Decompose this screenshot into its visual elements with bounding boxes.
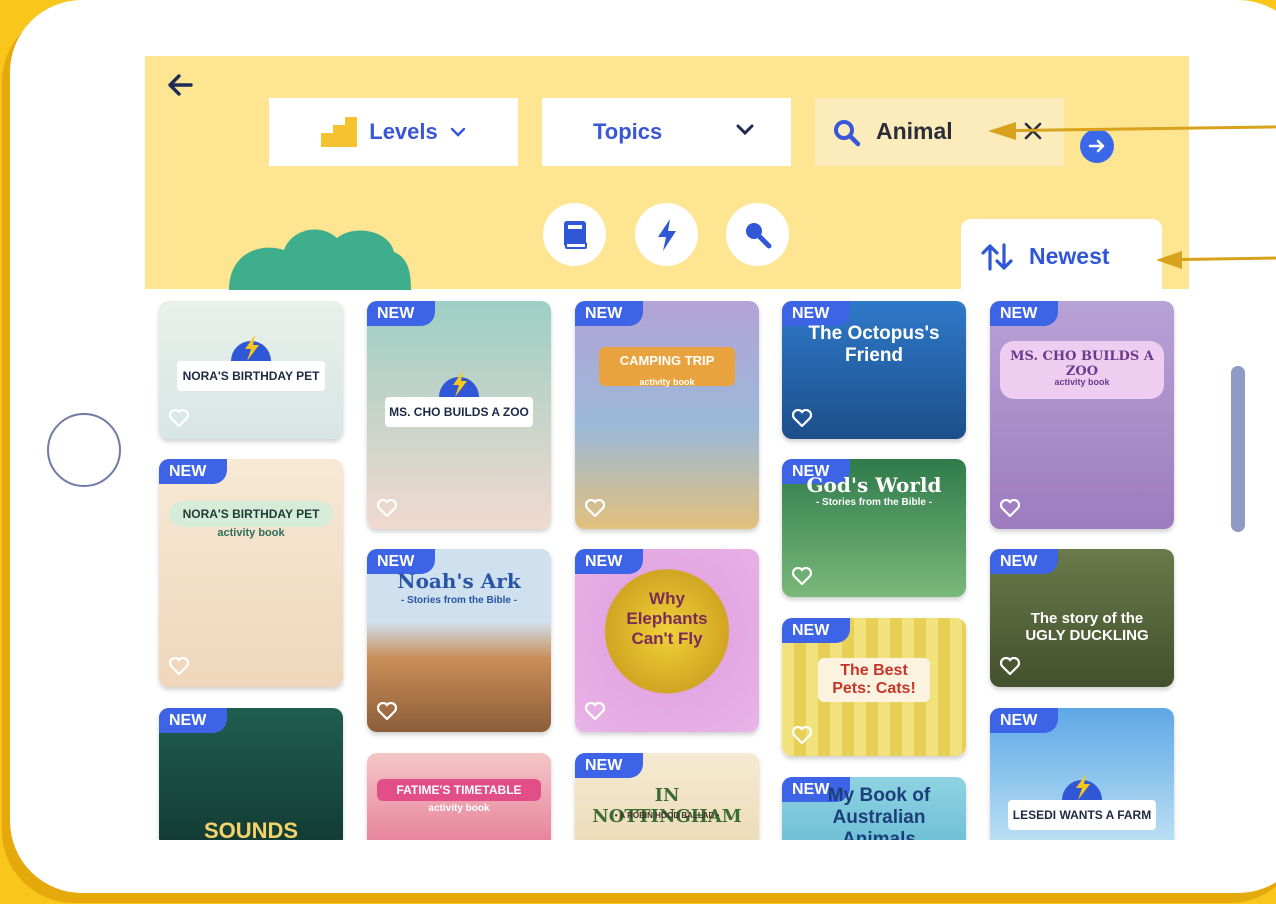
book-title: MS. CHO BUILDS A ZOO [385,397,533,427]
close-icon[interactable] [1022,120,1044,146]
heart-icon[interactable] [169,409,189,427]
heart-icon[interactable] [377,499,397,517]
levels-dropdown[interactable]: Levels [269,98,518,166]
new-badge: NEW [990,549,1058,574]
book-card[interactable]: NEW MS. CHO BUILDS A ZOO activity book [990,301,1174,529]
topics-dropdown[interactable]: Topics [542,98,791,166]
book-title: SOUNDS [203,818,299,840]
book-subtitle: activity book [217,527,285,539]
book-subtitle: activity book [428,803,490,814]
header-band: Levels Topics Animal Newest [145,56,1189,294]
book-card[interactable]: NEW God's World - Stories from the Bible… [782,459,966,597]
new-badge: NEW [575,753,643,778]
levels-icon [321,117,358,147]
heart-icon[interactable] [377,702,397,720]
book-title: IN NOTTINGHAM [592,785,742,827]
search-submit-button[interactable] [1080,129,1114,163]
heart-icon[interactable] [169,657,189,675]
book-card[interactable]: NEW SOUNDS [159,708,343,840]
heart-icon[interactable] [792,726,812,744]
book-title: The Best Pets: Cats! [818,658,930,702]
book-subtitle: activity book [1054,377,1110,387]
books-filter-button[interactable] [543,203,606,266]
book-card[interactable]: NEW Noah's Ark - Stories from the Bible … [367,549,551,732]
heart-icon[interactable] [585,499,605,517]
book-title: MS. CHO BUILDS A ZOO [1000,341,1164,399]
sort-icon [981,242,1013,271]
book-subtitle: - Stories from the Bible - [400,595,518,606]
sort-button[interactable]: Newest [961,219,1162,294]
book-card[interactable]: NEW My Book of Australian Animals [782,777,966,840]
new-badge: NEW [159,708,227,733]
search-field[interactable]: Animal [815,98,1064,166]
new-badge: NEW [990,301,1058,326]
arrow-left-icon [168,74,193,96]
heart-icon[interactable] [1000,499,1020,517]
back-button[interactable] [163,68,197,102]
topics-label: Topics [593,119,663,144]
book-subtitle: - Stories from the Bible - [815,497,933,508]
book-card[interactable]: NEW NORA'S BIRTHDAY PET activity book [159,459,343,687]
book-card[interactable]: NEW The Best Pets: Cats! [782,618,966,756]
book-title: The Octopus's Friend [808,323,940,366]
new-badge: NEW [782,618,850,643]
new-badge: NEW [575,549,643,574]
book-title: My Book of Australian Animals [827,785,931,840]
book-subtitle: activity book [639,377,695,387]
bush-decoration [229,229,411,290]
heart-icon[interactable] [585,702,605,720]
levels-label: Levels [369,119,438,144]
search-icon [833,119,861,151]
book-subtitle: • A ROBIN HOOD BALLAD • [614,811,720,820]
scrollbar[interactable] [1231,366,1245,532]
new-badge: NEW [575,301,643,326]
book-title: The story of the UGLY DUCKLING [1025,610,1149,644]
book-title: NORA'S BIRTHDAY PET [169,501,333,527]
book-card[interactable]: NORA'S BIRTHDAY PET [159,301,343,439]
book-icon [563,220,587,249]
home-button[interactable] [47,413,121,487]
new-badge: NEW [367,301,435,326]
lightning-badge-icon [231,335,271,361]
lightning-icon [657,218,676,251]
lightning-badge-icon [1062,774,1102,800]
heart-icon[interactable] [792,409,812,427]
book-card[interactable]: NEW LESEDI WANTS A FARM [990,708,1174,840]
book-card[interactable]: FATIME'S TIMETABLE activity book [367,753,551,840]
book-card[interactable]: NEW CAMPING TRIP activity book [575,301,759,529]
app-screen: Levels Topics Animal Newest NORA'S BIRTH… [145,56,1189,840]
search-input[interactable]: Animal [876,118,953,145]
book-title: Noah's Ark [397,569,521,593]
book-title: Why Elephants Can't Fly [626,589,708,648]
heart-icon[interactable] [792,567,812,585]
book-card[interactable]: NEW Why Elephants Can't Fly [575,549,759,732]
book-card[interactable]: NEW The story of the UGLY DUCKLING [990,549,1174,687]
book-title: God's World [806,473,942,497]
lightning-badge-icon [439,371,479,397]
book-card[interactable]: NEW MS. CHO BUILDS A ZOO [367,301,551,529]
book-title: FATIME'S TIMETABLE [377,779,541,801]
sort-label: Newest [1029,243,1110,269]
book-card[interactable]: NEW IN NOTTINGHAM • A ROBIN HOOD BALLAD … [575,753,759,840]
magnifier-icon [745,222,771,248]
arrow-right-icon [1088,139,1105,153]
quick-reads-filter-button[interactable] [635,203,698,266]
new-badge: NEW [990,708,1058,733]
heart-icon[interactable] [1000,657,1020,675]
book-title: NORA'S BIRTHDAY PET [177,361,325,391]
annotation-arrow-icon [1156,251,1182,269]
new-badge: NEW [159,459,227,484]
annotation-arrow-icon [988,122,1016,140]
explore-filter-button[interactable] [726,203,789,266]
book-card[interactable]: NEW The Octopus's Friend [782,301,966,439]
chevron-down-icon [450,127,466,137]
book-title: LESEDI WANTS A FARM [1008,800,1156,830]
chevron-down-icon [735,124,755,136]
